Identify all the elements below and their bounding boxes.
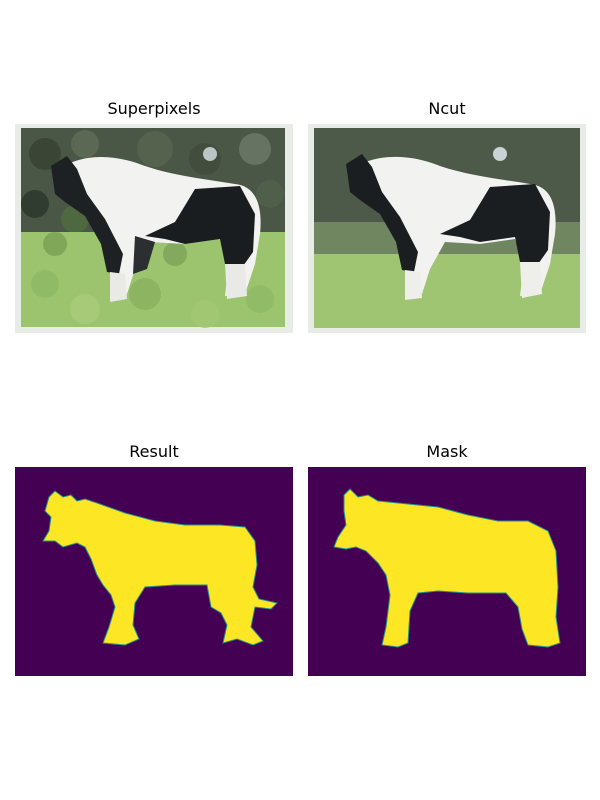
result-title: Result xyxy=(129,442,179,461)
ncut-title: Ncut xyxy=(428,99,466,118)
ground-truth-mask-image xyxy=(308,467,586,676)
result-mask-image xyxy=(15,467,293,676)
ncut-image xyxy=(308,124,586,333)
mask-title: Mask xyxy=(426,442,468,461)
superpixels-title: Superpixels xyxy=(107,99,201,118)
superpixels-image xyxy=(15,124,293,333)
